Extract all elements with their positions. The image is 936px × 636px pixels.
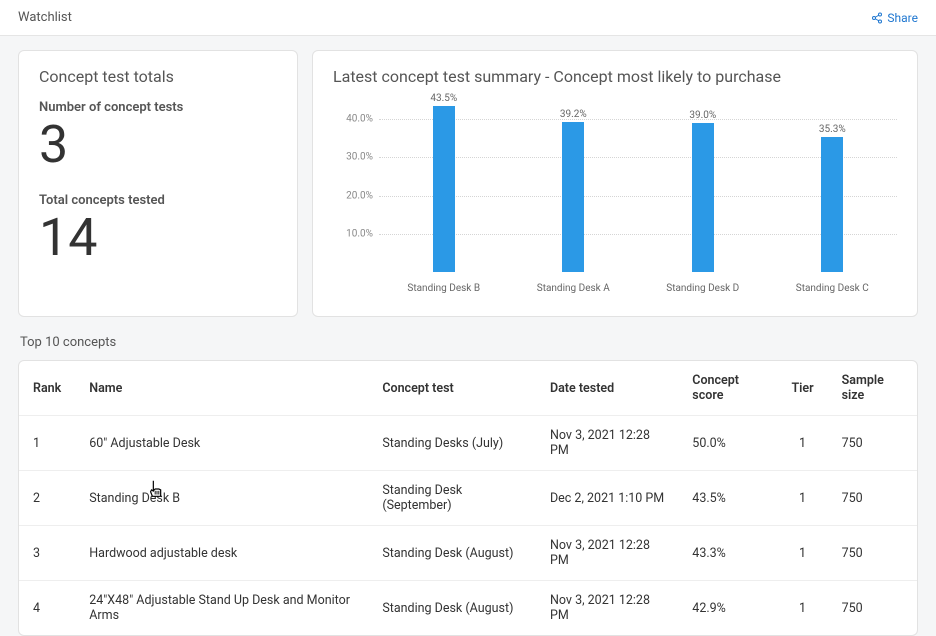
chart-category-label: Standing Desk C	[796, 283, 869, 294]
cell-tier: 1	[777, 581, 827, 636]
cell-date: Nov 3, 2021 12:28 PM	[536, 581, 678, 636]
top-bar: Watchlist Share	[0, 0, 936, 36]
chart-category-label: Standing Desk A	[537, 283, 610, 294]
chart-bar-col: 35.3%Standing Desk C	[768, 100, 898, 272]
cell-tier: 1	[777, 471, 827, 526]
share-button[interactable]: Share	[871, 11, 918, 25]
cell-rank: 4	[19, 581, 75, 636]
cell-name: 60" Adjustable Desk	[75, 416, 368, 471]
th-concept-test[interactable]: Concept test	[368, 361, 536, 416]
cell-date: Nov 3, 2021 12:28 PM	[536, 526, 678, 581]
cell-score: 43.3%	[678, 526, 777, 581]
chart-bar-col: 39.2%Standing Desk A	[509, 100, 639, 272]
chart-card: Latest concept test summary - Concept mo…	[312, 50, 918, 317]
th-tier[interactable]: Tier	[777, 361, 827, 416]
metric-num-tests-label: Number of concept tests	[39, 100, 277, 115]
bar-chart: 10.0% 20.0% 30.0% 40.0% 43.5%Standing Desk …	[333, 100, 897, 300]
chart-bar-value-label: 39.0%	[689, 110, 716, 123]
table-row[interactable]: 424"X48" Adjustable Stand Up Desk and Mo…	[19, 581, 917, 636]
cell-test: Standing Desk (September)	[368, 471, 536, 526]
cell-test: Standing Desks (July)	[368, 416, 536, 471]
cell-rank: 1	[19, 416, 75, 471]
chart-bar-value-label: 35.3%	[819, 124, 846, 137]
totals-card: Concept test totals Number of concept te…	[18, 50, 298, 317]
th-name[interactable]: Name	[75, 361, 368, 416]
chart-category-label: Standing Desk B	[407, 283, 480, 294]
chart-bar-value-label: 43.5%	[430, 93, 457, 106]
chart-bar-col: 43.5%Standing Desk B	[379, 100, 509, 272]
th-rank[interactable]: Rank	[19, 361, 75, 416]
chart-bar[interactable]	[562, 122, 584, 272]
metric-total-concepts-value: 14	[39, 212, 277, 264]
cell-date: Nov 3, 2021 12:28 PM	[536, 416, 678, 471]
chart-ytick: 20.0%	[333, 190, 373, 201]
cell-name: 24"X48" Adjustable Stand Up Desk and Mon…	[75, 581, 368, 636]
concepts-table: Rank Name Concept test Date tested Conce…	[18, 360, 918, 636]
chart-ytick: 30.0%	[333, 152, 373, 163]
table-header-row: Rank Name Concept test Date tested Conce…	[19, 361, 917, 416]
th-date-tested[interactable]: Date tested	[536, 361, 678, 416]
cell-tier: 1	[777, 526, 827, 581]
th-concept-score[interactable]: Concept score	[678, 361, 777, 416]
cell-score: 50.0%	[678, 416, 777, 471]
metric-num-tests-value: 3	[39, 119, 277, 171]
table-row[interactable]: 3Hardwood adjustable deskStanding Desk (…	[19, 526, 917, 581]
chart-bar[interactable]	[692, 123, 714, 272]
cell-name: Standing Desk B	[75, 471, 368, 526]
cell-rank: 2	[19, 471, 75, 526]
cell-score: 42.9%	[678, 581, 777, 636]
cell-test: Standing Desk (August)	[368, 581, 536, 636]
chart-card-title: Latest concept test summary - Concept mo…	[333, 67, 897, 86]
cell-sample: 750	[828, 526, 917, 581]
page-title: Watchlist	[18, 10, 72, 25]
chart-category-label: Standing Desk D	[666, 283, 739, 294]
chart-bar[interactable]	[433, 106, 455, 272]
metric-total-concepts-label: Total concepts tested	[39, 193, 277, 208]
cell-name: Hardwood adjustable desk	[75, 526, 368, 581]
share-label: Share	[887, 11, 918, 25]
table-section-title: Top 10 concepts	[20, 335, 918, 350]
chart-ytick: 10.0%	[333, 228, 373, 239]
chart-ytick: 40.0%	[333, 114, 373, 125]
share-icon	[871, 12, 883, 24]
cell-date: Dec 2, 2021 1:10 PM	[536, 471, 678, 526]
cell-sample: 750	[828, 416, 917, 471]
totals-card-title: Concept test totals	[39, 67, 277, 86]
chart-bar-value-label: 39.2%	[560, 109, 587, 122]
cell-test: Standing Desk (August)	[368, 526, 536, 581]
table-row[interactable]: 2Standing Desk BStanding Desk (September…	[19, 471, 917, 526]
table-row[interactable]: 160" Adjustable DeskStanding Desks (July…	[19, 416, 917, 471]
cell-rank: 3	[19, 526, 75, 581]
cell-tier: 1	[777, 416, 827, 471]
cell-sample: 750	[828, 471, 917, 526]
chart-bar-col: 39.0%Standing Desk D	[638, 100, 768, 272]
cell-sample: 750	[828, 581, 917, 636]
cell-score: 43.5%	[678, 471, 777, 526]
th-sample-size[interactable]: Sample size	[828, 361, 917, 416]
chart-bar[interactable]	[821, 137, 843, 272]
